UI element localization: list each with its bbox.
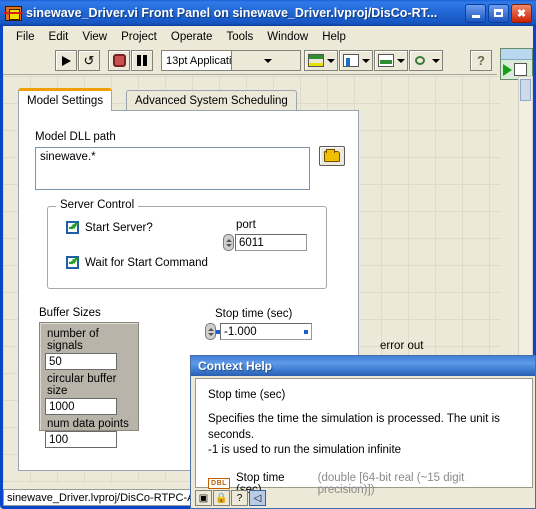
stop-time-value-wrap[interactable]: -1.000 (220, 323, 312, 340)
wait-for-start-command-label: Wait for Start Command (85, 256, 208, 269)
folder-browse-icon (324, 148, 340, 162)
distribute-objects-button[interactable] (339, 50, 373, 71)
green-run-arrow-icon[interactable] (503, 63, 512, 76)
menu-bar: File Edit View Project Operate Tools Win… (3, 26, 497, 47)
font-selector-label: 13pt Application Font (166, 54, 231, 67)
context-help-heading: Stop time (sec) (208, 389, 286, 401)
context-help-window: Context Help Stop time (sec) Specifies t… (190, 355, 536, 509)
run-continuously-button[interactable]: ↺ (78, 50, 100, 71)
chevron-down-icon[interactable] (230, 51, 300, 70)
menu-item-operate[interactable]: Operate (164, 29, 220, 45)
num-data-points-label: num data points (47, 418, 129, 430)
context-help-description-line1: Specifies the time the simulation is pro… (208, 413, 500, 441)
circular-buffer-size-input[interactable]: 1000 (45, 398, 117, 415)
dbl-type-badge: DBL (208, 478, 230, 490)
tab-model-settings-label: Model Settings (27, 95, 104, 107)
show-block-diagram-button[interactable]: ▣ (195, 490, 212, 506)
labview-front-panel-window: sinewave_Driver.vi Front Panel on sinewa… (0, 0, 536, 509)
labview-vi-icon (4, 5, 23, 21)
port-label: port (236, 219, 256, 231)
context-help-body: Stop time (sec) Specifies the time the s… (195, 378, 533, 496)
tab-strip: Model Settings Advanced System Schedulin… (18, 88, 359, 111)
tab-model-settings[interactable]: Model Settings (18, 88, 113, 111)
stop-time-label: Stop time (sec) (215, 308, 293, 320)
menu-item-tools[interactable]: Tools (219, 29, 260, 45)
tab-advanced-system-scheduling[interactable]: Advanced System Scheduling (126, 90, 297, 111)
context-help-button[interactable]: ? (470, 50, 492, 71)
tab-advanced-system-scheduling-label: Advanced System Scheduling (135, 95, 288, 107)
back-button[interactable]: ◁ (249, 490, 266, 506)
wait-for-start-command-checkbox[interactable]: Wait for Start Command (66, 256, 208, 269)
buffer-sizes-label: Buffer Sizes (39, 307, 101, 319)
align-objects-icon (307, 54, 324, 67)
checkbox-checked-icon (66, 221, 79, 234)
menu-item-edit[interactable]: Edit (42, 29, 76, 45)
number-of-signals-input[interactable]: 50 (45, 353, 117, 370)
folder-browse-button[interactable] (319, 146, 345, 166)
context-help-icon: ? (477, 53, 485, 68)
num-data-points-input[interactable]: 100 (45, 431, 117, 448)
distribute-objects-icon (342, 54, 359, 67)
server-control-group: Server Control Start Server? Wait for St… (47, 199, 327, 289)
number-of-signals-label: number of signals (47, 328, 99, 352)
abort-execution-button[interactable] (108, 50, 130, 71)
pause-icon (137, 55, 147, 66)
run-arrow-icon (61, 55, 71, 66)
status-bar: sinewave_Driver.lvproj/DisCo-RTPC-A (3, 489, 194, 506)
checkbox-checked-icon (66, 256, 79, 269)
title-bar: sinewave_Driver.vi Front Panel on sinewa… (0, 0, 536, 26)
context-help-title: Context Help (198, 359, 273, 373)
pause-button[interactable] (131, 50, 153, 71)
align-objects-button[interactable] (304, 50, 338, 71)
scrollbar-thumb[interactable] (520, 79, 531, 101)
toolbar: ↺ 13pt Application Font ? (3, 47, 497, 75)
window-controls: ✖ (465, 3, 534, 23)
start-server-checkbox[interactable]: Start Server? (66, 221, 153, 234)
minimize-button[interactable] (465, 3, 486, 23)
menu-item-help[interactable]: Help (315, 29, 353, 45)
stop-time-spinner-icon[interactable] (205, 323, 216, 340)
circular-buffer-size-label: circular buffer size (47, 373, 117, 397)
error-out-label: error out (380, 340, 424, 352)
menu-item-view[interactable]: View (75, 29, 114, 45)
reorder-objects-button[interactable] (409, 50, 443, 71)
context-help-type-detail: (double [64-bit real (~15 digit precisio… (317, 471, 465, 496)
port-control[interactable]: 6011 (223, 234, 307, 251)
resize-objects-button[interactable] (374, 50, 408, 71)
context-help-title-bar: Context Help (191, 356, 535, 376)
stop-time-control[interactable]: -1.000 (205, 323, 312, 340)
operate-tool-icon[interactable] (514, 63, 527, 76)
font-selector[interactable]: 13pt Application Font (161, 50, 301, 71)
resize-objects-icon (377, 54, 394, 67)
menu-item-file[interactable]: File (9, 29, 42, 45)
dll-path-label: Model DLL path (35, 131, 116, 143)
buffer-sizes-cluster: number of signals 50 circular buffer siz… (39, 322, 139, 448)
palette-header (501, 49, 532, 60)
run-continuously-icon: ↺ (83, 52, 95, 68)
lock-help-button[interactable]: 🔒 (213, 490, 230, 506)
abort-execution-icon (112, 54, 126, 67)
run-button[interactable] (55, 50, 77, 71)
server-control-title: Server Control (56, 199, 139, 211)
dll-path-input[interactable]: sinewave.* (35, 147, 310, 190)
start-server-label: Start Server? (85, 221, 153, 234)
port-spinner-icon[interactable] (223, 234, 234, 251)
context-help-description-line2: -1 is used to run the simulation infinit… (208, 444, 402, 457)
menu-item-window[interactable]: Window (260, 29, 315, 45)
port-value[interactable]: 6011 (235, 234, 307, 251)
window-title: sinewave_Driver.vi Front Panel on sinewa… (26, 6, 438, 20)
selection-handle-right (304, 329, 308, 334)
menu-item-project[interactable]: Project (114, 29, 164, 45)
close-button[interactable]: ✖ (511, 3, 532, 23)
maximize-button[interactable] (488, 3, 509, 23)
stop-time-value: -1.000 (224, 325, 257, 338)
reorder-objects-icon (412, 54, 429, 67)
detailed-help-button[interactable]: ? (231, 490, 248, 506)
context-help-toolbar: ▣ 🔒 ? ◁ (195, 490, 266, 506)
